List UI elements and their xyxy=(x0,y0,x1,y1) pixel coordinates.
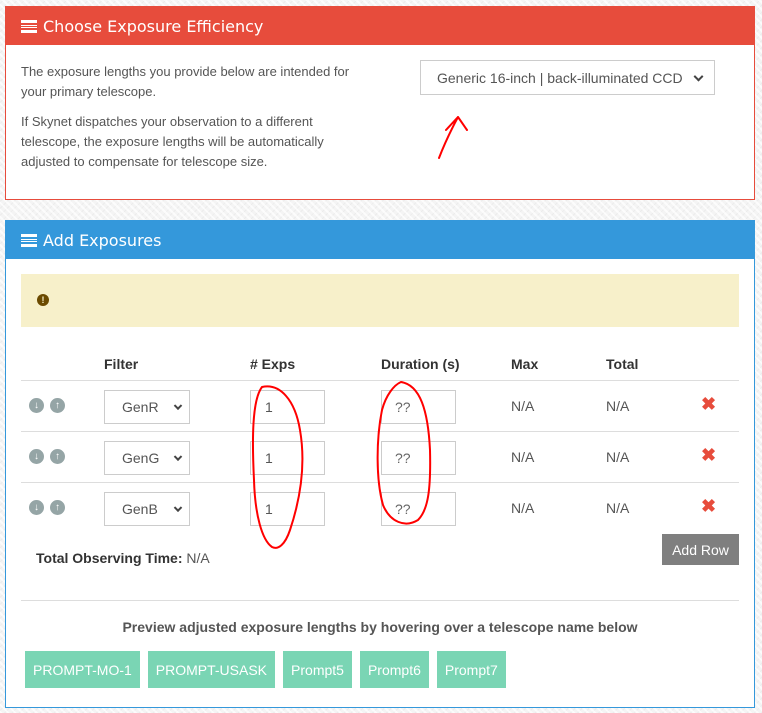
table-row: ↓ ↑ GenB 1 ?? N/A N/A ✖ xyxy=(21,483,739,534)
add-row-button[interactable]: Add Row xyxy=(662,534,739,565)
select-value: GenG xyxy=(122,450,160,466)
add-exposures-panel: Add Exposures ! Filter # Exps Duration (… xyxy=(5,220,755,708)
telescope-button[interactable]: Prompt5 xyxy=(283,651,352,688)
panel-title: Choose Exposure Efficiency xyxy=(43,16,264,36)
telescope-button[interactable]: Prompt7 xyxy=(436,651,506,688)
total-observing-time-label: Total Observing Time: xyxy=(36,550,183,566)
divider xyxy=(21,600,739,601)
column-header-total: Total xyxy=(606,356,639,372)
table-row: ↓ ↑ GenG 1 ?? N/A N/A ✖ xyxy=(21,432,739,483)
filter-select[interactable]: GenB xyxy=(104,492,190,526)
exposure-efficiency-panel: Choose Exposure Efficiency The exposure … xyxy=(5,6,755,200)
table-row: ↓ ↑ GenR 1 ?? N/A N/A ✖ xyxy=(21,381,739,432)
total-observing-time-value: N/A xyxy=(186,550,210,566)
filter-select[interactable]: GenR xyxy=(104,390,190,424)
arrow-circle-up-icon[interactable]: ↑ xyxy=(50,449,65,464)
column-header-max: Max xyxy=(511,356,539,372)
description-paragraph: If Skynet dispatches your observation to… xyxy=(21,114,324,169)
arrow-circle-down-icon[interactable]: ↓ xyxy=(29,449,44,464)
exposure-count-input[interactable]: 1 xyxy=(250,441,325,475)
total-value: N/A xyxy=(606,449,630,465)
chevron-down-icon xyxy=(173,503,183,513)
arrow-circle-down-icon[interactable]: ↓ xyxy=(29,500,44,515)
efficiency-description: The exposure lengths you provide below a… xyxy=(21,62,361,182)
column-header-filter: Filter xyxy=(104,356,139,372)
telescope-list: PROMPT-MO-1 PROMPT-USASK Prompt5 Prompt6… xyxy=(25,651,506,688)
max-value: N/A xyxy=(511,449,535,465)
select-value: GenR xyxy=(122,399,159,415)
warning-alert: ! xyxy=(21,274,739,327)
total-value: N/A xyxy=(606,398,630,414)
arrow-circle-up-icon[interactable]: ↑ xyxy=(50,398,65,413)
preview-instructions: Preview adjusted exposure lengths by hov… xyxy=(122,619,638,635)
times-icon[interactable]: ✖ xyxy=(701,445,716,466)
exposures-table: Filter # Exps Duration (s) Max Total ↓ ↑… xyxy=(21,347,739,534)
filter-select[interactable]: GenG xyxy=(104,441,190,475)
telescope-efficiency-select[interactable]: Generic 16-inch | back-illuminated CCD xyxy=(420,60,715,95)
exposure-count-input[interactable]: 1 xyxy=(250,492,325,526)
chevron-down-icon xyxy=(173,452,183,462)
table-header: Filter # Exps Duration (s) Max Total xyxy=(21,347,739,381)
duration-input[interactable]: ?? xyxy=(381,492,456,526)
chevron-down-icon xyxy=(693,71,704,82)
select-value: GenB xyxy=(122,501,158,517)
chevron-down-icon xyxy=(173,401,183,411)
exclamation-circle-icon: ! xyxy=(37,294,49,306)
arrow-circle-down-icon[interactable]: ↓ xyxy=(29,398,44,413)
telescope-button[interactable]: Prompt6 xyxy=(359,651,429,688)
table-list-icon xyxy=(21,19,37,33)
description-paragraph: The exposure lengths you provide below a… xyxy=(21,64,350,99)
table-list-icon xyxy=(21,233,37,247)
max-value: N/A xyxy=(511,500,535,516)
telescope-button[interactable]: PROMPT-USASK xyxy=(147,651,276,688)
arrow-circle-up-icon[interactable]: ↑ xyxy=(50,500,65,515)
column-header-exps: # Exps xyxy=(250,356,296,372)
total-value: N/A xyxy=(606,500,630,516)
max-value: N/A xyxy=(511,398,535,414)
total-observing-time: Total Observing Time: N/A xyxy=(36,550,210,566)
panel-title: Add Exposures xyxy=(43,230,162,250)
duration-input[interactable]: ?? xyxy=(381,441,456,475)
times-icon[interactable]: ✖ xyxy=(701,394,716,415)
panel-heading: Choose Exposure Efficiency xyxy=(6,7,754,45)
times-icon[interactable]: ✖ xyxy=(701,496,716,517)
duration-input[interactable]: ?? xyxy=(381,390,456,424)
panel-heading: Add Exposures xyxy=(6,221,754,259)
select-value: Generic 16-inch | back-illuminated CCD xyxy=(437,69,683,86)
exposure-count-input[interactable]: 1 xyxy=(250,390,325,424)
column-header-duration: Duration (s) xyxy=(381,356,460,372)
telescope-button[interactable]: PROMPT-MO-1 xyxy=(25,651,140,688)
